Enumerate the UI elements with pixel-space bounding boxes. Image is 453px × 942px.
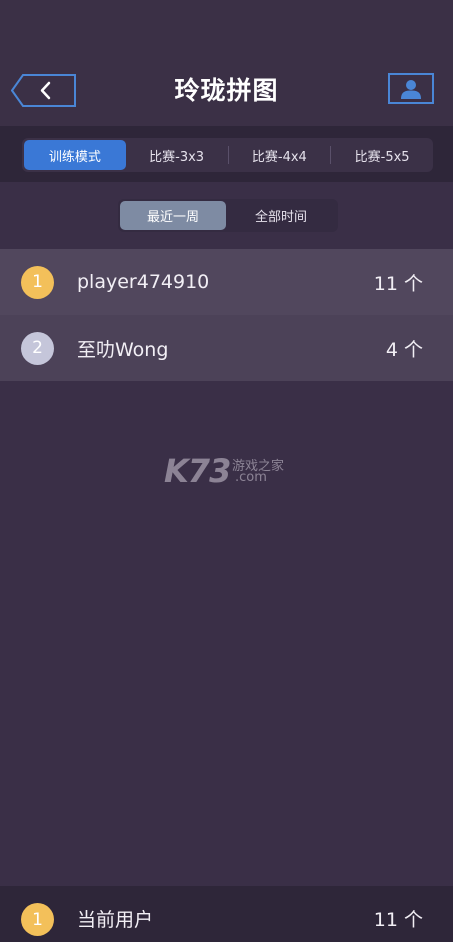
list-item[interactable]: 1 player474910 11 个 bbox=[0, 249, 453, 315]
tab-match-4x4[interactable]: 比赛-4x4 bbox=[229, 140, 331, 170]
player-name: 至叻Wong bbox=[77, 338, 169, 361]
leaderboard-list: 1 player474910 11 个 2 至叻Wong 4 个 bbox=[0, 249, 453, 381]
rank-badge: 1 bbox=[21, 903, 54, 936]
watermark-domain: .com bbox=[235, 470, 267, 485]
current-user-count: 11 个 bbox=[373, 909, 423, 931]
watermark-k73: K73 bbox=[164, 452, 231, 490]
mode-segmented-control: 训练模式 比赛-3x3 比赛-4x4 比赛-5x5 bbox=[22, 138, 433, 172]
current-user-name: 当前用户 bbox=[77, 909, 154, 931]
score-count: 11 个 bbox=[373, 272, 423, 295]
page-title: 玲珑拼图 bbox=[174, 76, 279, 105]
tab-all-time[interactable]: 全部时间 bbox=[228, 201, 334, 230]
player-name: player474910 bbox=[77, 271, 210, 293]
rank-badge: 2 bbox=[21, 331, 54, 365]
watermark-logo: K73 游戏之家 .com bbox=[150, 440, 310, 510]
score-count: 4 个 bbox=[385, 338, 423, 361]
list-item[interactable]: 2 至叻Wong 4 个 bbox=[0, 315, 453, 381]
person-icon bbox=[401, 79, 421, 99]
tab-match-3x3[interactable]: 比赛-3x3 bbox=[126, 140, 228, 170]
current-user-row: 1 当前用户 11 个 bbox=[0, 886, 453, 942]
rank-badge: 1 bbox=[21, 265, 54, 299]
time-filter-control: 最近一周 全部时间 bbox=[118, 199, 338, 232]
tab-training[interactable]: 训练模式 bbox=[24, 140, 126, 170]
tab-last-week[interactable]: 最近一周 bbox=[120, 201, 226, 230]
tab-match-5x5[interactable]: 比赛-5x5 bbox=[331, 140, 433, 170]
profile-button[interactable] bbox=[388, 73, 434, 104]
header-bar: 玲珑拼图 bbox=[0, 0, 453, 126]
